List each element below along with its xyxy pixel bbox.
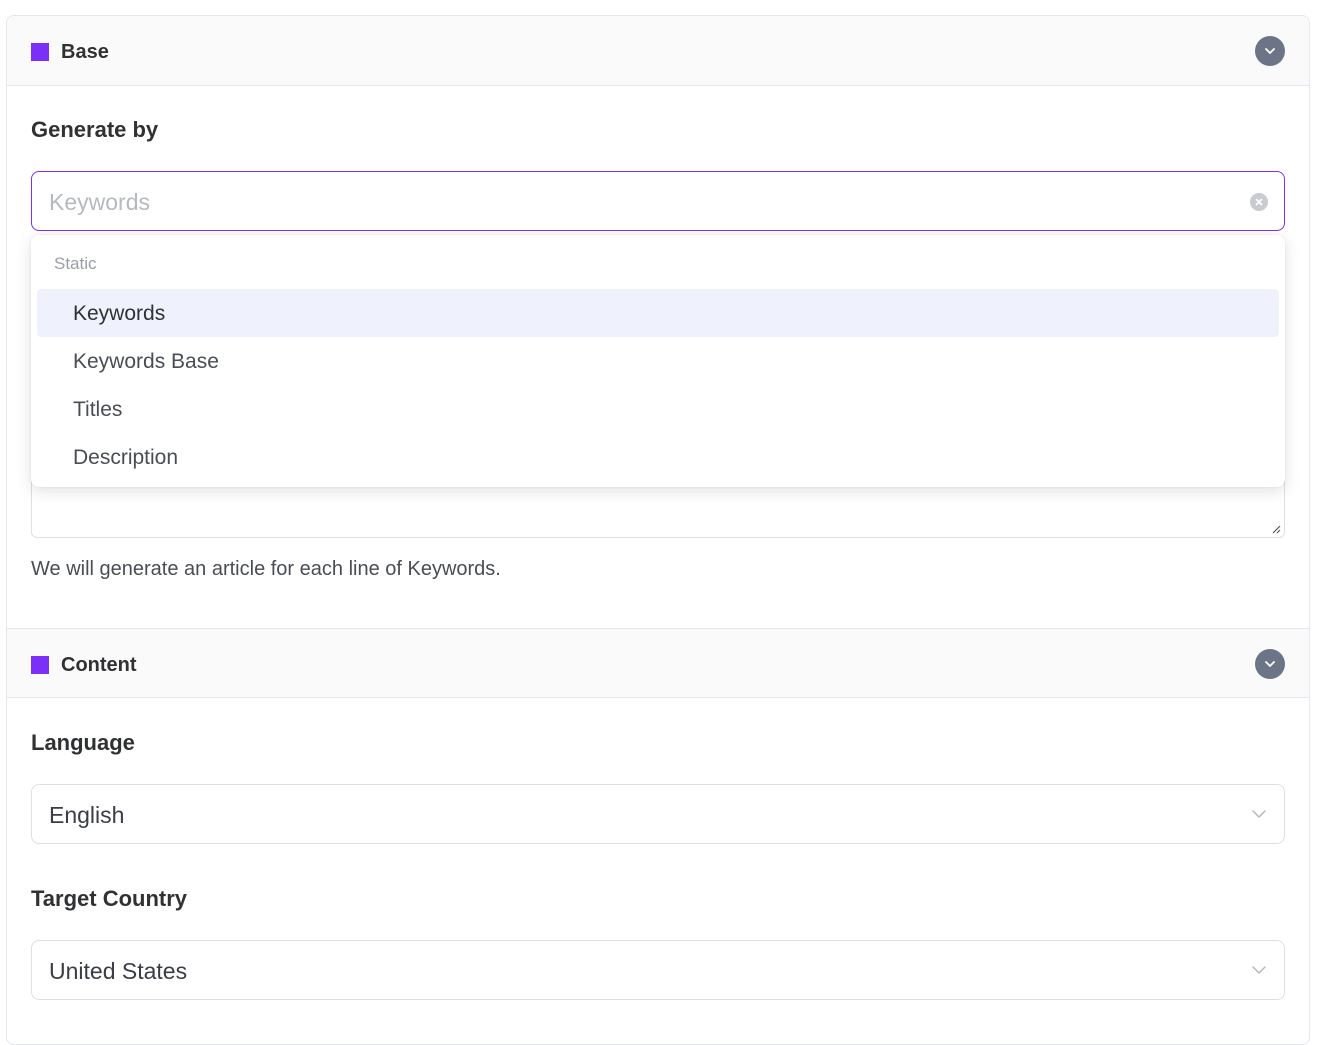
target-country-value: United States <box>49 958 188 984</box>
content-section-title: Content <box>61 654 137 676</box>
generate-by-placeholder: Keywords <box>49 189 150 215</box>
target-country-select[interactable]: United States <box>31 940 1285 1000</box>
dropdown-option-label: Description <box>73 446 179 469</box>
base-section-header[interactable]: Base <box>7 16 1309 86</box>
settings-card: Base Generate by Keywords We will genera… <box>6 15 1310 1045</box>
dropdown-option[interactable]: Keywords Base <box>37 337 1279 385</box>
content-collapse-button[interactable] <box>1255 649 1285 679</box>
language-label: Language <box>31 730 135 755</box>
resize-handle-icon[interactable] <box>1269 522 1281 534</box>
generate-by-dropdown: Static Keywords Keywords Base Titles Des… <box>31 235 1285 487</box>
dropdown-option-label: Titles <box>73 398 123 421</box>
language-select[interactable]: English <box>31 784 1285 844</box>
dropdown-group-label: Static <box>54 254 97 273</box>
dropdown-option[interactable]: Description <box>37 433 1279 481</box>
target-country-label: Target Country <box>31 886 188 911</box>
close-icon <box>1255 198 1263 206</box>
chevron-down-icon <box>1252 810 1266 818</box>
clear-icon[interactable] <box>1250 193 1268 211</box>
dropdown-option-label: Keywords Base <box>73 350 219 373</box>
base-collapse-button[interactable] <box>1255 36 1285 66</box>
generate-by-hint: We will generate an article for each lin… <box>31 558 501 580</box>
chevron-down-icon <box>1265 48 1275 54</box>
dropdown-option[interactable]: Keywords <box>37 289 1279 337</box>
generate-by-select[interactable]: Keywords <box>31 171 1285 231</box>
language-value: English <box>49 802 125 828</box>
content-section-marker <box>31 656 49 674</box>
dropdown-option-label: Keywords <box>73 302 166 325</box>
generate-by-label: Generate by <box>31 117 159 142</box>
chevron-down-icon <box>1252 966 1266 974</box>
base-section-marker <box>31 43 49 61</box>
chevron-down-icon <box>1265 661 1275 667</box>
content-section-header[interactable]: Content <box>7 628 1309 698</box>
dropdown-option[interactable]: Titles <box>37 385 1279 433</box>
base-section-title: Base <box>61 41 109 63</box>
